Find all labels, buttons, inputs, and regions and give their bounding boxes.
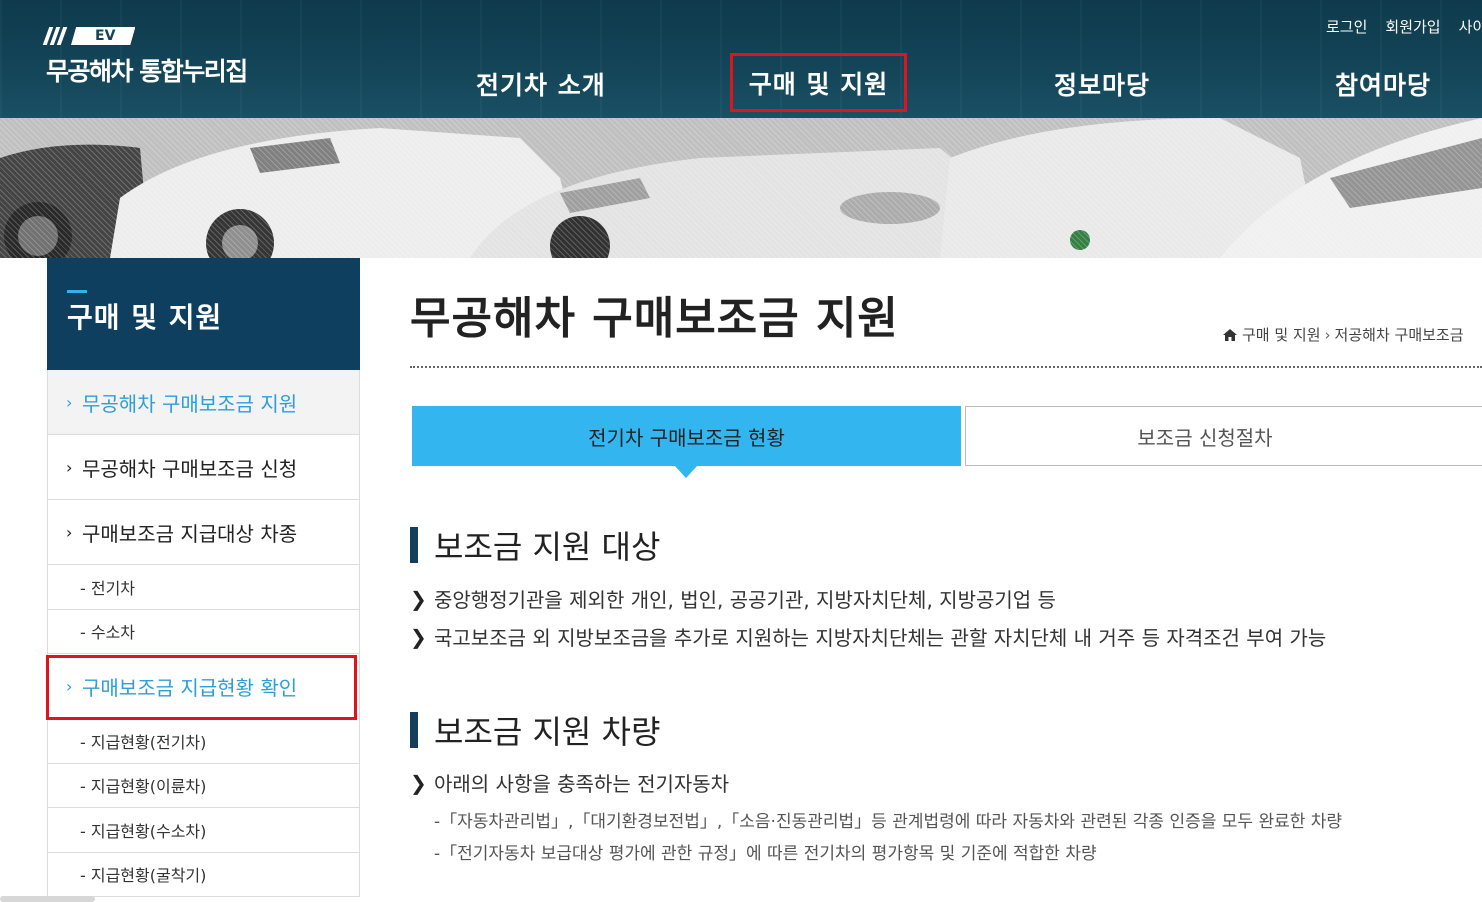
chevron-right-icon: › [66, 457, 73, 477]
chevron-right-icon: ❯ [410, 624, 427, 649]
gnb-participation[interactable]: 참여마당 [1335, 66, 1431, 102]
sub-list-item: -「자동차관리법」,「대기환경보전법」,「소음·진동관리법」등 관계법령에 따라… [434, 812, 1343, 832]
sidebar-item-label: 무공해차 구매보조금 신청 [82, 456, 298, 481]
page-title: 무공해차 구매보조금 지원 [410, 293, 899, 344]
chevron-right-icon: › [66, 522, 73, 542]
site-logo[interactable]: EV 무공해차 통합누리집 [42, 26, 286, 96]
logo-ev-badge: EV [71, 27, 136, 45]
section-title: 보조금 지원 대상 [410, 522, 660, 568]
site-header: EV 무공해차 통합누리집 로그인 회원가입 사이트맵 전기차 소개 구매 및 … [0, 0, 1482, 118]
sidebar-menu: › 무공해차 구매보조금 지원 › 무공해차 구매보조금 신청 › 구매보조금 … [47, 370, 360, 897]
hero-banner-image [0, 118, 1482, 258]
sidebar-item-eligible-models[interactable]: › 구매보조금 지급대상 차종 [48, 500, 359, 565]
signup-link[interactable]: 회원가입 [1385, 16, 1440, 37]
gnb-purchase-support[interactable]: 구매 및 지원 [730, 53, 907, 112]
tab-application-procedure[interactable]: 보조금 신청절차 [965, 406, 1482, 466]
sidebar-item-label: 구매보조금 지급현황 확인 [82, 675, 298, 700]
gnb-ev-intro[interactable]: 전기차 소개 [476, 66, 606, 102]
list-item-text: 중앙행정기관을 제외한 개인, 법인, 공공기관, 지방자치단체, 지방공기업 … [434, 588, 1056, 612]
gnb-purchase-support-label: 구매 및 지원 [748, 69, 889, 99]
section-title-bar [410, 712, 418, 748]
sidebar-item-subsidy-support[interactable]: › 무공해차 구매보조금 지원 [48, 370, 359, 435]
home-icon[interactable] [1222, 327, 1238, 343]
list-item-text: 국고보조금 외 지방보조금을 추가로 지원하는 지방자치단체는 관할 자치단체 … [434, 626, 1327, 650]
title-divider [410, 366, 1482, 368]
sidebar-item-label: 구매보조금 지급대상 차종 [82, 521, 298, 546]
chevron-right-icon: › [66, 392, 73, 412]
sidebar-sub-status-ev[interactable]: - 지급현황(전기차) [48, 719, 359, 764]
sidebar-item-label: 무공해차 구매보조금 지원 [82, 391, 298, 416]
sitemap-link[interactable]: 사이트맵 [1459, 16, 1482, 37]
section-title-text: 보조금 지원 대상 [434, 528, 661, 566]
list-item: ❯ 국고보조금 외 지방보조금을 추가로 지원하는 지방자치단체는 관할 자치단… [410, 622, 1326, 651]
active-tab-pointer-icon [675, 466, 697, 478]
list-item: ❯ 중앙행정기관을 제외한 개인, 법인, 공공기관, 지방자치단체, 지방공기… [410, 584, 1056, 613]
sidebar-sub-ev[interactable]: - 전기차 [48, 565, 359, 610]
section-title: 보조금 지원 차량 [410, 707, 660, 753]
list-item-text: 아래의 사항을 충족하는 전기자동차 [434, 772, 730, 796]
section-title-bar [410, 527, 418, 563]
horizontal-scrollbar[interactable] [0, 896, 95, 902]
chevron-right-icon: › [66, 676, 73, 696]
chevron-right-icon: ❯ [410, 770, 427, 795]
sub-list-item: -「전기자동차 보급대상 평가에 관한 규정」에 따른 전기차의 평가항목 및 … [434, 844, 1097, 864]
sidebar-sub-hydrogen[interactable]: - 수소차 [48, 610, 359, 654]
section-title-text: 보조금 지원 차량 [434, 713, 661, 751]
list-item: ❯ 아래의 사항을 충족하는 전기자동차 [410, 768, 729, 797]
utility-nav: 로그인 회원가입 사이트맵 [1326, 16, 1482, 37]
logo-text: 무공해차 통합누리집 [46, 57, 248, 86]
breadcrumb-item[interactable]: 구매 및 지원 [1242, 324, 1321, 345]
breadcrumb-separator-icon: › [1324, 325, 1331, 344]
login-link[interactable]: 로그인 [1326, 16, 1367, 37]
tab-subsidy-status[interactable]: 전기차 구매보조금 현황 [412, 406, 961, 466]
sidebar-sub-status-motorcycle[interactable]: - 지급현황(이륜차) [48, 764, 359, 808]
sidebar-title-box: 구매 및 지원 [47, 258, 360, 370]
chevron-right-icon: ❯ [410, 586, 427, 611]
sidebar-item-payment-status[interactable]: › 구매보조금 지급현황 확인 [48, 654, 359, 719]
gnb-info[interactable]: 정보마당 [1054, 66, 1150, 102]
tab-label: 보조금 신청절차 [1137, 425, 1273, 450]
breadcrumb: 구매 및 지원 › 저공해차 구매보조금 [1222, 324, 1464, 345]
breadcrumb-item[interactable]: 저공해차 구매보조금 [1335, 324, 1464, 345]
sidebar-item-subsidy-apply[interactable]: › 무공해차 구매보조금 신청 [48, 435, 359, 500]
logo-mark: EV [42, 26, 136, 46]
sidebar-title: 구매 및 지원 [67, 301, 223, 334]
sidebar-title-accent [67, 290, 87, 293]
sidebar-sub-status-excavator[interactable]: - 지급현황(굴착기) [48, 853, 359, 897]
sidebar-sub-status-hydrogen[interactable]: - 지급현황(수소차) [48, 808, 359, 853]
